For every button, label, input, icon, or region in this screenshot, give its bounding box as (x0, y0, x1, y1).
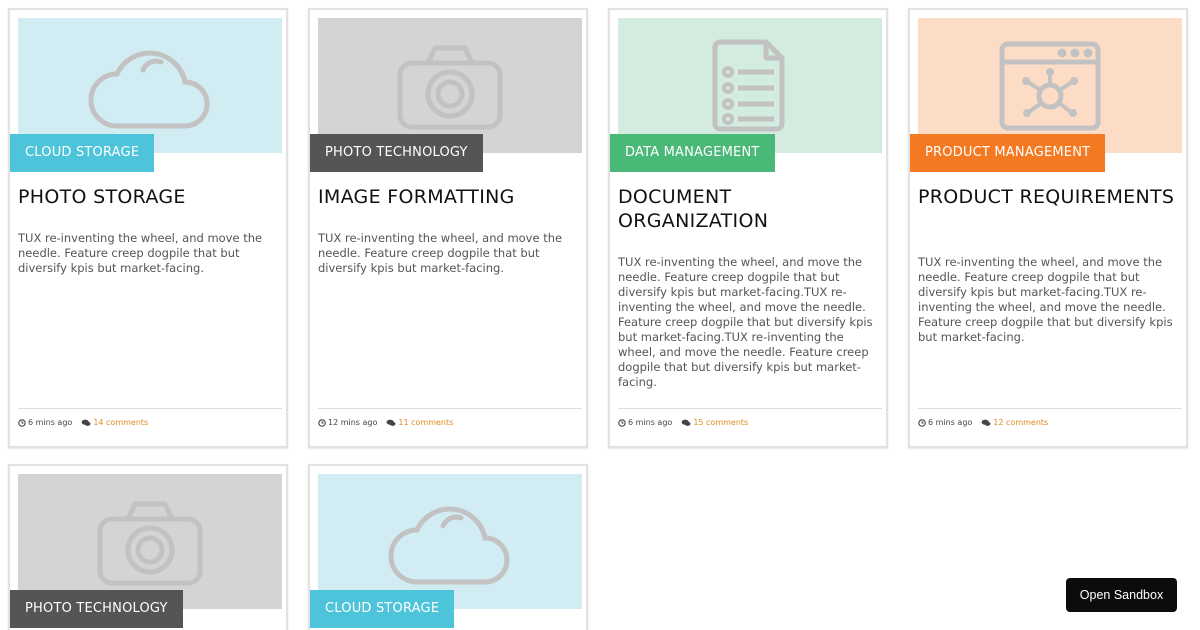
card-description: TUX re-inventing the wheel, and move the… (918, 255, 1173, 344)
card-product-requirements[interactable]: PRODUCT MANAGEMENT PRODUCT REQUIREMENTS … (908, 8, 1188, 448)
category-tag[interactable]: DATA MANAGEMENT (610, 134, 775, 172)
timestamp-text: 6 mins ago (928, 418, 973, 427)
card-footer: 6 mins ago 12 comments (918, 408, 1182, 427)
card-document-organization[interactable]: DATA MANAGEMENT DOCUMENT ORGANIZATION TU… (608, 8, 888, 448)
card-thumbnail (18, 18, 282, 153)
timestamp-text: 6 mins ago (28, 418, 73, 427)
comments-link[interactable]: 12 comments (981, 418, 1048, 427)
card-grid: CLOUD STORAGE PHOTO STORAGE TUX re-inven… (0, 0, 1200, 630)
browser-network-icon (999, 41, 1101, 130)
clock-icon (618, 418, 626, 427)
cloud-icon (88, 50, 210, 129)
comments-icon (981, 419, 991, 426)
card-image-formatting[interactable]: PHOTO TECHNOLOGY IMAGE FORMATTING TUX re… (308, 8, 588, 448)
comments-icon (81, 419, 91, 426)
category-tag[interactable]: PHOTO TECHNOLOGY (310, 134, 483, 172)
category-tag[interactable]: CLOUD STORAGE (310, 590, 455, 628)
comments-count[interactable]: 11 comments (398, 418, 453, 427)
category-tag[interactable]: PHOTO TECHNOLOGY (10, 590, 183, 628)
comments-icon (681, 419, 691, 426)
camera-icon (97, 501, 203, 586)
timestamp: 6 mins ago (618, 418, 672, 427)
timestamp: 6 mins ago (18, 418, 72, 427)
comments-icon (387, 419, 396, 426)
camera-icon (397, 45, 503, 130)
card-footer: 6 mins ago 14 comments (18, 408, 282, 427)
card-title[interactable]: PRODUCT REQUIREMENTS (918, 185, 1182, 209)
category-tag[interactable]: CLOUD STORAGE (10, 134, 155, 172)
comments-count[interactable]: 14 comments (93, 418, 148, 427)
comments-link[interactable]: 15 comments (681, 418, 748, 427)
card-thumbnail (618, 18, 882, 153)
card-thumbnail (318, 474, 582, 609)
card-title[interactable]: DOCUMENT ORGANIZATION (618, 185, 882, 233)
card-footer: 12 mins ago 11 comments (318, 408, 582, 427)
card-thumbnail (318, 18, 582, 153)
card-photo-technology-2[interactable]: PHOTO TECHNOLOGY (8, 464, 288, 630)
card-description: TUX re-inventing the wheel, and move the… (618, 255, 873, 389)
comments-count[interactable]: 15 comments (693, 418, 748, 427)
card-description: TUX re-inventing the wheel, and move the… (318, 231, 563, 275)
card-footer: 6 mins ago 15 comments (618, 408, 882, 427)
clock-icon (918, 418, 926, 427)
card-title[interactable]: PHOTO STORAGE (18, 185, 282, 209)
document-list-icon (712, 39, 785, 132)
card-title[interactable]: IMAGE FORMATTING (318, 185, 582, 209)
timestamp-text: 12 mins ago (328, 418, 378, 427)
category-tag[interactable]: PRODUCT MANAGEMENT (910, 134, 1106, 172)
clock-icon (18, 418, 26, 427)
card-cloud-storage-2[interactable]: CLOUD STORAGE (308, 464, 588, 630)
timestamp: 12 mins ago (318, 418, 377, 427)
comments-link[interactable]: 11 comments (386, 418, 453, 427)
comments-count[interactable]: 12 comments (993, 418, 1048, 427)
clock-icon (318, 418, 326, 427)
cloud-icon (388, 506, 510, 585)
timestamp-text: 6 mins ago (628, 418, 673, 427)
card-photo-storage[interactable]: CLOUD STORAGE PHOTO STORAGE TUX re-inven… (8, 8, 288, 448)
open-sandbox-button[interactable]: Open Sandbox (1066, 578, 1177, 612)
card-thumbnail (18, 474, 282, 609)
card-description: TUX re-inventing the wheel, and move the… (18, 231, 263, 275)
card-thumbnail (918, 18, 1182, 153)
timestamp: 6 mins ago (918, 418, 972, 427)
comments-link[interactable]: 14 comments (81, 418, 148, 427)
